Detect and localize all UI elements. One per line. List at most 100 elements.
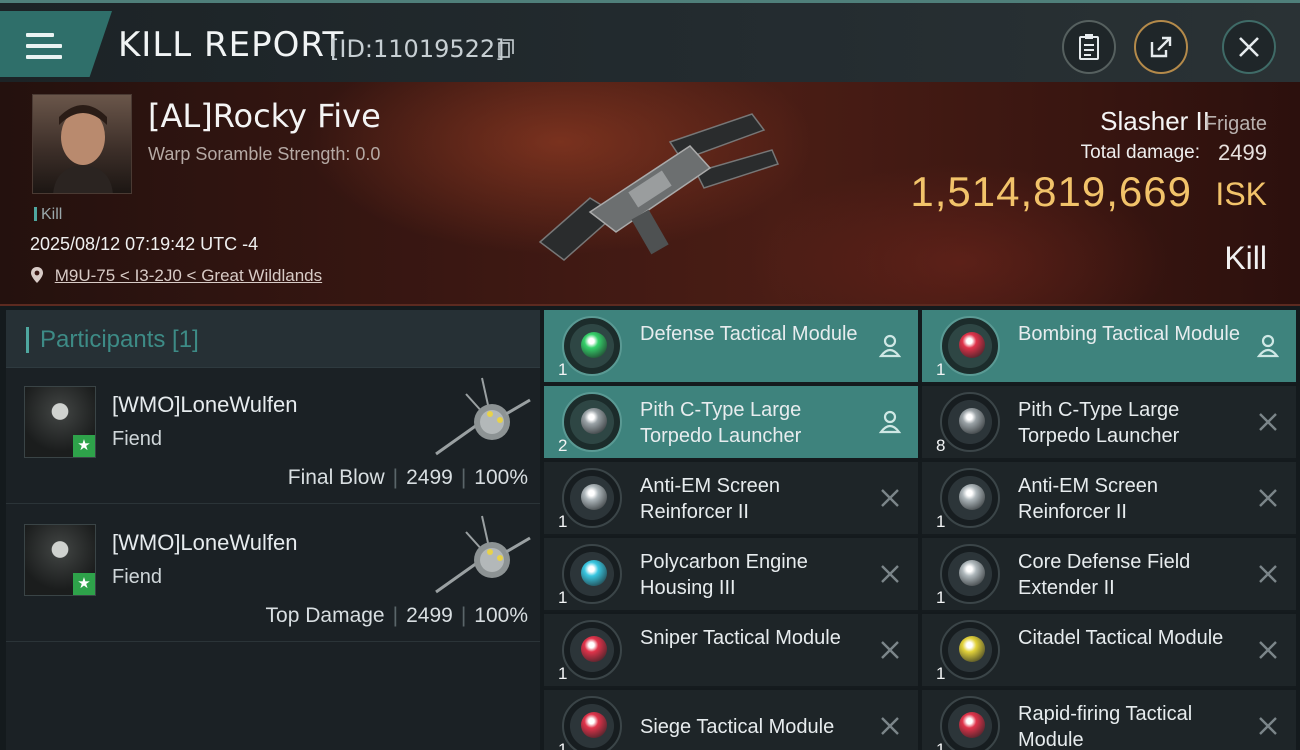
module-quantity: 1 xyxy=(936,664,946,683)
module-item[interactable]: 1 Siege Tactical Module xyxy=(544,690,918,750)
module-core-icon xyxy=(581,636,607,662)
kill-report-header: KILL REPORT [ID:11019522] xyxy=(0,0,1300,82)
participant-name[interactable]: [WMO]LoneWulfen xyxy=(112,392,297,418)
isk-value: 1,514,819,669 xyxy=(910,168,1192,215)
module-name: Sniper Tactical Module xyxy=(640,627,841,649)
destroyed-x-icon xyxy=(1259,489,1277,507)
victim-summary: [AL]Rocky Five Warp Soramble Strength: 0… xyxy=(0,82,1300,306)
total-damage-label: Total damage: xyxy=(1080,142,1200,163)
destroyed-x-icon xyxy=(1259,565,1277,583)
module-icon xyxy=(562,392,622,452)
destroyed-x-icon xyxy=(1259,641,1277,659)
copy-icon[interactable] xyxy=(498,39,514,59)
module-quantity: 8 xyxy=(936,436,946,455)
participant-avatar[interactable]: ★ xyxy=(24,524,96,596)
participant-ship-image xyxy=(435,377,531,456)
location-pin-icon xyxy=(31,267,43,283)
clipboard-icon xyxy=(1079,34,1099,60)
person-icon xyxy=(1256,334,1280,358)
module-item[interactable]: 1 Defense Tactical Module xyxy=(544,310,918,384)
participant-ship: Fiend xyxy=(112,566,163,588)
module-item[interactable]: 1 Anti-EM Screen Reinforcer II xyxy=(544,462,918,536)
module-icon xyxy=(562,696,622,750)
module-item[interactable]: 8 Pith C-Type Large Torpedo Launcher xyxy=(922,386,1296,460)
module-name: Pith C-Type Large Torpedo Launcher xyxy=(640,399,802,447)
module-item[interactable]: 2 Pith C-Type Large Torpedo Launcher xyxy=(544,386,918,460)
module-quantity: 2 xyxy=(558,436,568,455)
participant-avatar[interactable]: ★ xyxy=(24,386,96,458)
module-quantity: 1 xyxy=(936,512,946,531)
module-quantity: 1 xyxy=(558,740,568,750)
participant-row[interactable]: ★ [WMO]LoneWulfen Fiend Top Damage | 2499 |… xyxy=(6,506,540,642)
victim-portrait[interactable] xyxy=(32,94,132,194)
module-core-icon xyxy=(581,484,607,510)
person-icon xyxy=(878,334,902,358)
clipboard-button[interactable] xyxy=(1062,20,1116,74)
module-item[interactable]: 1 Rapid-firing Tactical Module xyxy=(922,690,1296,750)
module-item[interactable]: 1 Sniper Tactical Module xyxy=(544,614,918,688)
module-core-icon xyxy=(959,408,985,434)
module-name: Defense Tactical Module xyxy=(640,323,858,345)
destroyed-x-icon xyxy=(1259,413,1277,431)
module-item[interactable]: 1 Polycarbon Engine Housing III xyxy=(544,538,918,612)
participants-title: Participants [1] xyxy=(40,326,199,353)
module-icon xyxy=(562,316,622,376)
module-icon xyxy=(940,468,1000,528)
page-title: KILL REPORT xyxy=(118,25,345,65)
participant-ship-image xyxy=(435,515,531,594)
location-text: M9U-75 < I3-2J0 < Great Wildlands xyxy=(54,266,323,285)
module-item[interactable]: 1 Citadel Tactical Module xyxy=(922,614,1296,688)
module-core-icon xyxy=(581,408,607,434)
victim-ship-name[interactable]: Slasher II xyxy=(1100,106,1210,137)
module-name: Polycarbon Engine Housing III xyxy=(640,551,808,599)
pilot-portrait-image xyxy=(53,105,113,193)
module-core-icon xyxy=(581,560,607,586)
report-id: [ID:11019522] xyxy=(330,35,505,63)
module-name: Anti-EM Screen Reinforcer II xyxy=(640,475,781,523)
module-core-icon xyxy=(959,332,985,358)
hamburger-menu-icon xyxy=(26,33,62,61)
module-quantity: 1 xyxy=(558,512,568,531)
module-name: Anti-EM Screen Reinforcer II xyxy=(1018,475,1159,523)
module-item[interactable]: 1 Anti-EM Screen Reinforcer II xyxy=(922,462,1296,536)
module-icon xyxy=(562,544,622,604)
isk-unit: ISK xyxy=(1215,176,1267,212)
module-core-icon xyxy=(959,636,985,662)
kill-location-link[interactable]: M9U-75 < I3-2J0 < Great Wildlands xyxy=(30,266,322,286)
share-button[interactable] xyxy=(1134,20,1188,74)
destroyed-x-icon xyxy=(881,565,899,583)
participants-header: Participants [1] xyxy=(6,310,540,368)
participant-role: Final Blow xyxy=(287,466,385,489)
module-quantity: 1 xyxy=(936,740,946,750)
menu-button[interactable] xyxy=(0,11,112,77)
module-name: Citadel Tactical Module xyxy=(1018,627,1224,649)
participants-panel: Participants [1] ★ [WMO]LoneWulfen Fiend… xyxy=(6,310,540,750)
module-core-icon xyxy=(959,712,985,738)
module-name: Siege Tactical Module xyxy=(640,716,835,738)
module-quantity: 1 xyxy=(936,360,946,379)
module-icon xyxy=(940,316,1000,376)
close-button[interactable] xyxy=(1222,20,1276,74)
module-icon xyxy=(940,544,1000,604)
module-item[interactable]: 1 Core Defense Field Extender II xyxy=(922,538,1296,612)
participant-name[interactable]: [WMO]LoneWulfen xyxy=(112,530,297,556)
participant-percent: 100% xyxy=(474,604,528,627)
participant-percent: 100% xyxy=(474,466,528,489)
participant-row[interactable]: ★ [WMO]LoneWulfen Fiend Final Blow | 2499 |… xyxy=(6,368,540,504)
victim-pilot-name[interactable]: [AL]Rocky Five xyxy=(148,97,381,135)
participant-damage: 2499 xyxy=(406,604,453,627)
destroyed-x-icon xyxy=(881,717,899,735)
share-icon xyxy=(1150,36,1172,58)
victim-ship-image xyxy=(538,113,780,261)
kill-tag: Kill xyxy=(34,206,62,224)
module-name: Bombing Tactical Module xyxy=(1018,323,1240,345)
module-icon xyxy=(940,392,1000,452)
module-quantity: 1 xyxy=(558,360,568,379)
module-item[interactable]: 1 Bombing Tactical Module xyxy=(922,310,1296,384)
module-core-icon xyxy=(581,712,607,738)
participant-role: Top Damage xyxy=(265,604,385,627)
warp-scramble-strength: Warp Soramble Strength: 0.0 xyxy=(148,144,381,164)
module-quantity: 1 xyxy=(936,588,946,607)
module-name: Rapid-firing Tactical Module xyxy=(1018,703,1193,750)
participant-ship: Fiend xyxy=(112,428,163,450)
